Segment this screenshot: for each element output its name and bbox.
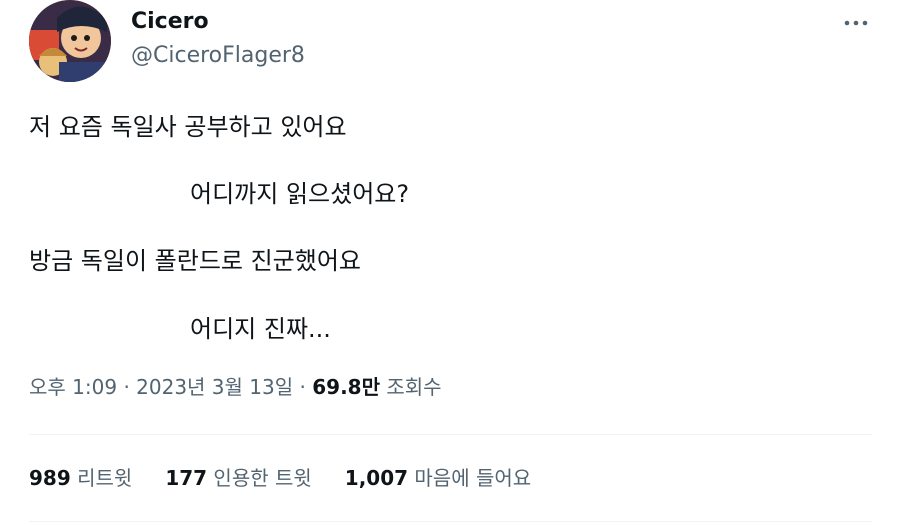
- views-count: 69.8만: [312, 375, 380, 399]
- quotes-label: 인용한 트윗: [213, 466, 312, 490]
- more-options-button[interactable]: [838, 8, 874, 38]
- avatar[interactable]: [29, 0, 111, 82]
- tweet-stats: 989 리트윗 177 인용한 트윗 1,007 마음에 들어요: [29, 464, 531, 492]
- tweet-text-line: 저 요즘 독일사 공부하고 있어요: [29, 113, 347, 141]
- likes-stat[interactable]: 1,007 마음에 들어요: [345, 464, 531, 492]
- tweet-text-line: 어디까지 읽으셨어요?: [190, 180, 410, 208]
- meta-separator: ·: [299, 375, 306, 399]
- quotes-stat[interactable]: 177 인용한 트윗: [165, 464, 311, 492]
- quotes-count: 177: [165, 466, 208, 490]
- divider: [29, 521, 872, 522]
- likes-count: 1,007: [344, 466, 409, 490]
- avatar-image: [29, 0, 111, 82]
- tweet-date[interactable]: 2023년 3월 13일: [136, 375, 293, 399]
- retweets-label: 리트윗: [77, 466, 133, 490]
- user-handle[interactable]: @CiceroFlager8: [131, 42, 305, 70]
- retweets-stat[interactable]: 989 리트윗: [29, 464, 132, 492]
- more-horizontal-icon: [844, 20, 868, 26]
- display-name[interactable]: Cicero: [131, 8, 209, 36]
- views-label: 조회수: [386, 375, 442, 399]
- tweet-meta: 오후 1:09 · 2023년 3월 13일 · 69.8만 조회수: [29, 373, 442, 401]
- tweet-text-line: 방금 독일이 폴란드로 진군했어요: [29, 247, 362, 275]
- retweets-count: 989: [29, 466, 71, 490]
- divider: [29, 434, 872, 435]
- tweet-time[interactable]: 오후 1:09: [29, 375, 117, 399]
- tweet-text-line: 어디지 진짜...: [190, 315, 331, 343]
- meta-separator: ·: [123, 375, 130, 399]
- likes-label: 마음에 들어요: [414, 466, 532, 490]
